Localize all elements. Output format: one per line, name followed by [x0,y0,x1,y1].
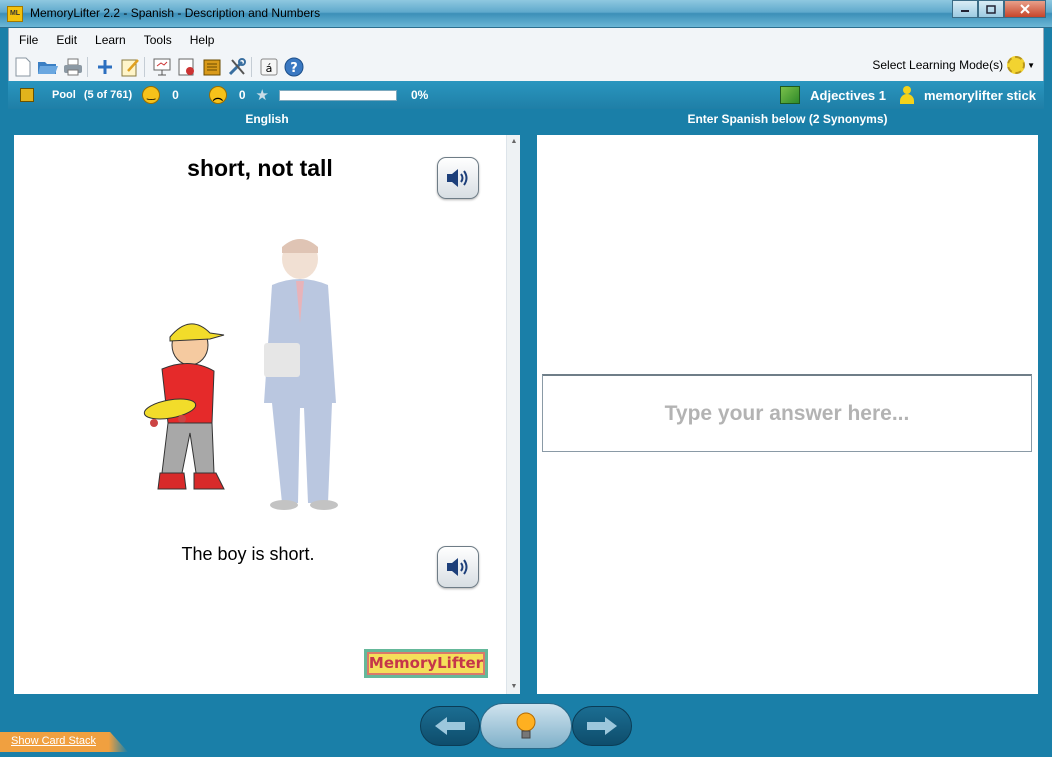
star-icon: ★ [255,87,269,104]
maximize-button[interactable] [978,0,1004,18]
menu-bar: File Edit Learn Tools Help [8,28,1044,52]
answer-input[interactable] [543,376,1031,451]
toolbar: á ? Select Learning Mode(s) ▼ [8,52,1044,81]
app-icon: ML [7,6,23,22]
question-column-header: English [245,112,289,126]
accent-character-icon: á [260,58,278,75]
question-scrollbar[interactable]: ▲ ▼ [506,135,520,694]
minimize-icon [961,10,969,12]
edit-card-button[interactable] [119,56,141,78]
menu-file[interactable]: File [11,33,46,47]
status-bar: Pool (5 of 761) ‿ 0 ︵ 0 ★ 0% Adjectives … [8,81,1044,109]
progress-bar [278,89,397,101]
arrow-right-icon [587,717,617,735]
close-button[interactable] [1004,0,1046,18]
toolbar-separator [144,56,145,77]
new-document-icon [15,57,31,76]
menu-help[interactable]: Help [182,33,223,47]
folder-open-icon [38,61,58,74]
tools-icon [228,57,246,75]
gear-icon [1007,56,1026,74]
speaker-icon [447,169,468,187]
scroll-up-icon[interactable]: ▲ [507,135,521,149]
notepad-edit-icon [121,58,139,76]
print-button[interactable] [62,56,84,78]
question-audio-button[interactable] [437,157,479,199]
title-bar: ML MemoryLifter 2.2 - Spanish - Descript… [0,0,1052,28]
show-card-stack-tab: Show Card Stack [0,732,128,752]
question-text: short, not tall [187,155,333,181]
plus-icon [98,59,112,74]
new-button[interactable] [12,56,34,78]
previous-card-button[interactable] [420,706,480,746]
question-panel: short, not tall The boy is short. Memory… [14,135,520,694]
minimize-button[interactable] [952,0,978,18]
sad-face-icon: ︵ [208,86,227,104]
example-audio-button[interactable] [437,546,479,588]
help-button[interactable]: ? [283,56,305,78]
toolbar-separator [251,56,252,77]
scroll-down-icon[interactable]: ▼ [507,680,521,694]
show-card-stack-link[interactable]: Show Card Stack [11,735,96,747]
presentation-button[interactable] [151,56,173,78]
chapter-icon [780,86,801,104]
window-title: MemoryLifter 2.2 - Spanish - Description… [30,6,321,20]
answer-box [542,374,1032,452]
help-icon: ? [284,57,304,76]
card-navigation [420,703,632,749]
speaker-icon [447,558,468,576]
menu-learn[interactable]: Learn [87,33,134,47]
bottom-bar [0,697,1052,757]
answer-column-header: Enter Spanish below (2 Synonyms) [687,112,888,126]
session-info: Adjectives 1 memorylifter stick [780,81,1036,109]
toolbar-separator [87,56,88,77]
svg-text:?: ? [290,61,298,76]
pool-count: (5 of 761) [83,89,133,101]
lightbulb-icon [516,712,536,739]
memorylifter-logo: MemoryLifter [364,649,488,678]
svg-text:á: á [266,62,273,75]
user-name[interactable]: memorylifter stick [924,88,1036,103]
menu-edit[interactable]: Edit [48,33,85,47]
progress-percent: 0% [410,88,429,102]
card-stack-button[interactable] [201,56,223,78]
boy-and-man-illustration [143,239,338,510]
settings-button[interactable] [226,56,248,78]
happy-face-icon: ‿ [142,86,161,104]
chevron-down-icon: ▼ [1027,60,1035,70]
pool-box-icon [20,88,34,102]
arrow-left-icon [435,717,465,735]
presentation-board-icon [153,58,171,75]
open-button[interactable] [37,56,59,78]
user-icon [900,86,914,104]
maximize-icon [986,4,996,14]
statistics-button[interactable] [176,56,198,78]
printer-icon [64,58,82,75]
special-characters-button[interactable]: á [258,56,280,78]
learning-mode-selector[interactable]: Select Learning Mode(s) ▼ [872,56,1035,74]
learning-mode-label: Select Learning Mode(s) [872,58,1004,72]
answer-panel [537,135,1038,694]
window-controls [952,0,1046,18]
close-icon [1020,4,1030,14]
submit-answer-button[interactable] [480,703,572,749]
menu-tools[interactable]: Tools [136,33,180,47]
wrong-score: 0 [238,88,246,102]
example-sentence: The boy is short. [181,544,315,564]
pool-label: Pool [52,89,76,101]
card-box-icon [203,59,221,75]
report-icon [178,58,194,75]
chapter-name[interactable]: Adjectives 1 [810,88,886,103]
add-card-button[interactable] [94,56,116,78]
correct-score: 0 [172,88,179,102]
next-card-button[interactable] [572,706,632,746]
